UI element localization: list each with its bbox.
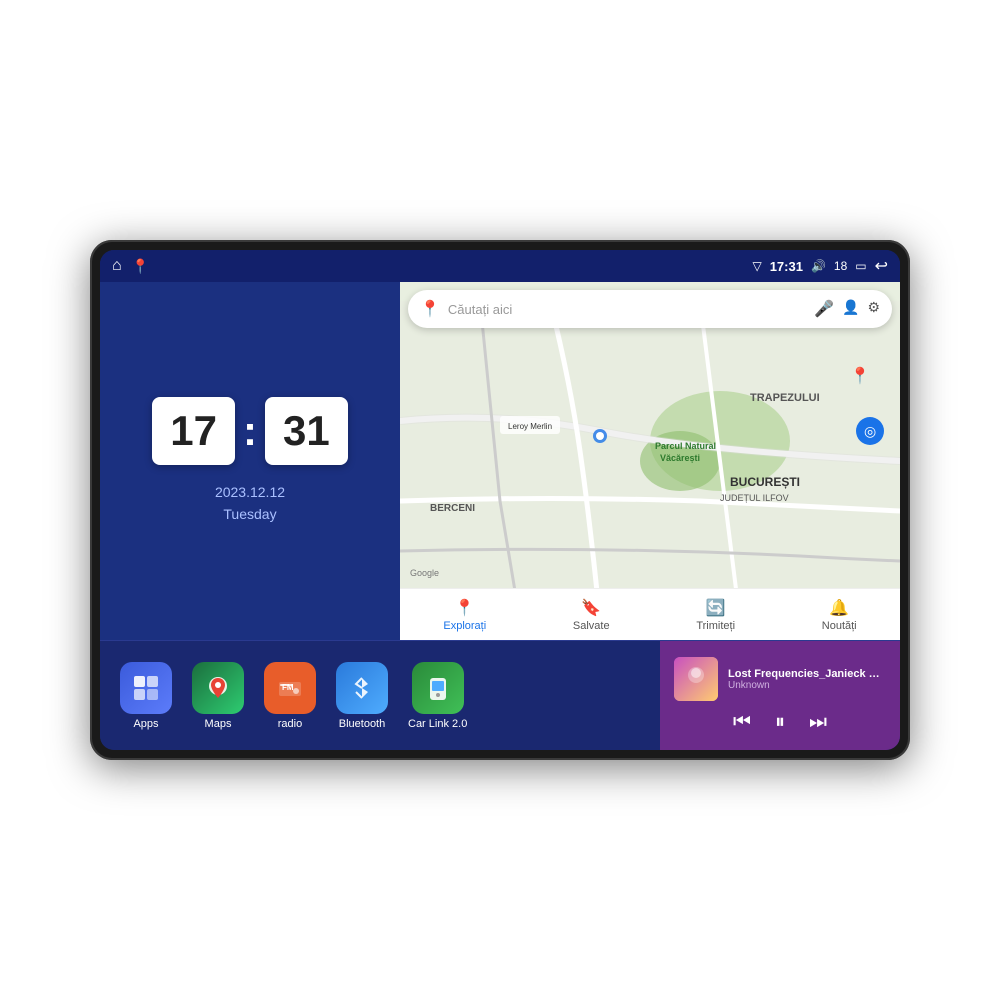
app-icon-bluetooth[interactable]: Bluetooth bbox=[336, 662, 388, 730]
svg-text:◎: ◎ bbox=[864, 423, 876, 439]
next-button[interactable]: ⏭ bbox=[809, 711, 827, 734]
account-icon[interactable]: 👤 bbox=[842, 299, 859, 319]
app-icon-carlink[interactable]: Car Link 2.0 bbox=[408, 662, 467, 730]
radio-label: radio bbox=[278, 718, 302, 730]
svg-text:Google: Google bbox=[410, 568, 439, 578]
home-icon[interactable]: ⌂ bbox=[112, 257, 122, 275]
volume-icon: 🔊 bbox=[811, 259, 826, 273]
music-artist: Unknown bbox=[728, 680, 886, 691]
svg-text:JUDEȚUL ILFOV: JUDEȚUL ILFOV bbox=[720, 493, 789, 503]
map-nav-explore[interactable]: 📍 Explorați bbox=[443, 598, 486, 632]
status-right: ▽ 17:31 🔊 18 ▭ ↩ bbox=[752, 256, 888, 276]
app-icon-radio[interactable]: FM radio bbox=[264, 662, 316, 730]
music-controls: ⏮ ⏸ ⏭ bbox=[674, 711, 886, 734]
map-nav-saved-label: Salvate bbox=[573, 620, 610, 632]
main-content: 17 : 31 2023.12.12 Tuesday 📍 Căutați aic… bbox=[100, 282, 900, 750]
bluetooth-icon bbox=[336, 662, 388, 714]
map-panel[interactable]: 📍 Căutați aici 🎤 👤 ⚙ bbox=[400, 282, 900, 640]
svg-text:BUCUREȘTI: BUCUREȘTI bbox=[730, 475, 800, 489]
music-text: Lost Frequencies_Janieck Devy-... Unknow… bbox=[728, 668, 886, 691]
bottom-section: Apps Maps bbox=[100, 640, 900, 750]
location-status-icon: 📍 bbox=[132, 258, 149, 275]
map-nav-saved[interactable]: 🔖 Salvate bbox=[573, 598, 610, 632]
bluetooth-label: Bluetooth bbox=[339, 718, 385, 730]
device-frame: ⌂ 📍 ▽ 17:31 🔊 18 ▭ ↩ 17 : 31 bbox=[90, 240, 910, 760]
svg-text:BERCENI: BERCENI bbox=[430, 503, 475, 514]
music-info: Lost Frequencies_Janieck Devy-... Unknow… bbox=[674, 657, 886, 701]
mic-icon[interactable]: 🎤 bbox=[814, 299, 834, 319]
svg-text:Leroy Merlin: Leroy Merlin bbox=[508, 422, 552, 431]
maps-pin-icon: 📍 bbox=[420, 299, 440, 319]
maps-app-icon bbox=[192, 662, 244, 714]
app-icons: Apps Maps bbox=[100, 641, 660, 750]
news-icon: 🔔 bbox=[829, 598, 849, 618]
svg-text:Parcul Natural: Parcul Natural bbox=[655, 441, 716, 451]
top-section: 17 : 31 2023.12.12 Tuesday 📍 Căutați aic… bbox=[100, 282, 900, 640]
map-search-bar[interactable]: 📍 Căutați aici 🎤 👤 ⚙ bbox=[408, 290, 892, 328]
carlink-icon bbox=[412, 662, 464, 714]
clock-hours: 17 bbox=[152, 397, 235, 465]
status-time: 17:31 bbox=[770, 259, 803, 274]
status-left: ⌂ 📍 bbox=[112, 257, 149, 275]
play-pause-button[interactable]: ⏸ bbox=[775, 711, 785, 734]
carlink-label: Car Link 2.0 bbox=[408, 718, 467, 730]
back-icon[interactable]: ↩ bbox=[875, 256, 888, 276]
svg-text:📍: 📍 bbox=[850, 366, 870, 385]
music-title: Lost Frequencies_Janieck Devy-... bbox=[728, 668, 886, 680]
device-screen: ⌂ 📍 ▽ 17:31 🔊 18 ▭ ↩ 17 : 31 bbox=[100, 250, 900, 750]
app-icon-maps[interactable]: Maps bbox=[192, 662, 244, 730]
send-icon: 🔄 bbox=[706, 598, 726, 618]
radio-icon: FM bbox=[264, 662, 316, 714]
prev-button[interactable]: ⏮ bbox=[733, 711, 751, 734]
volume-level: 18 bbox=[834, 259, 847, 273]
clock-minutes: 31 bbox=[265, 397, 348, 465]
map-nav-send[interactable]: 🔄 Trimiteți bbox=[696, 598, 735, 632]
map-bottom-nav: 📍 Explorați 🔖 Salvate 🔄 Trimiteți � bbox=[400, 588, 900, 640]
explore-icon: 📍 bbox=[455, 598, 475, 618]
apps-icon bbox=[120, 662, 172, 714]
map-search-placeholder[interactable]: Căutați aici bbox=[448, 302, 806, 317]
map-search-icons: 🎤 👤 ⚙ bbox=[814, 299, 880, 319]
svg-text:TRAPEZULUI: TRAPEZULUI bbox=[750, 392, 820, 404]
map-nav-explore-label: Explorați bbox=[443, 620, 486, 632]
signal-icon: ▽ bbox=[752, 259, 761, 273]
maps-label: Maps bbox=[205, 718, 232, 730]
status-bar: ⌂ 📍 ▽ 17:31 🔊 18 ▭ ↩ bbox=[100, 250, 900, 282]
clock-panel: 17 : 31 2023.12.12 Tuesday bbox=[100, 282, 400, 640]
music-player: Lost Frequencies_Janieck Devy-... Unknow… bbox=[660, 641, 900, 750]
map-nav-news[interactable]: 🔔 Noutăți bbox=[822, 598, 857, 632]
app-icon-apps[interactable]: Apps bbox=[120, 662, 172, 730]
map-background: TRAPEZULUI BUCUREȘTI JUDEȚUL ILFOV BERCE… bbox=[400, 282, 900, 640]
svg-text:Văcărești: Văcărești bbox=[660, 453, 700, 463]
map-nav-news-label: Noutăți bbox=[822, 620, 857, 632]
clock-display: 17 : 31 bbox=[152, 397, 347, 465]
clock-separator: : bbox=[243, 407, 257, 455]
map-nav-send-label: Trimiteți bbox=[696, 620, 735, 632]
saved-icon: 🔖 bbox=[581, 598, 601, 618]
settings-icon[interactable]: ⚙ bbox=[867, 299, 880, 319]
apps-label: Apps bbox=[133, 718, 158, 730]
battery-icon: ▭ bbox=[855, 259, 866, 273]
clock-date: 2023.12.12 Tuesday bbox=[215, 481, 285, 526]
music-thumbnail bbox=[674, 657, 718, 701]
